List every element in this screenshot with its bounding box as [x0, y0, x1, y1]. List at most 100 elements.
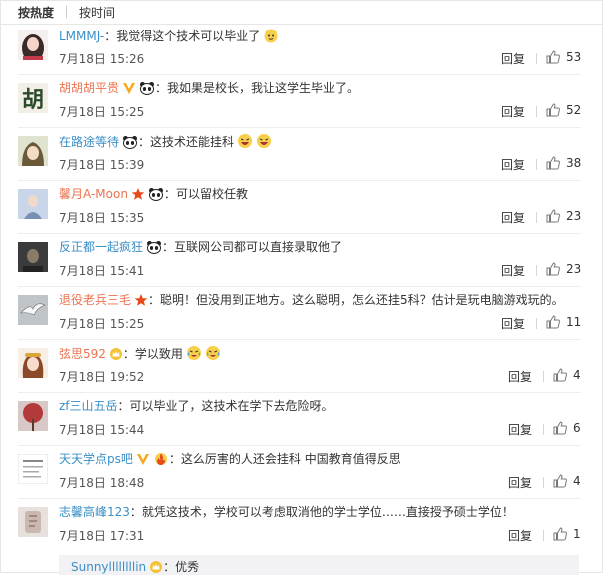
cry-laugh-emoji-icon: [186, 345, 202, 365]
avatar-girl-icon: [18, 348, 48, 378]
sub-reply-box: Sunnyllllllllin ：优秀: [59, 555, 579, 575]
avatar[interactable]: [18, 189, 48, 219]
comment-text: 可以留校任教: [175, 187, 248, 201]
comment-item: zf三山五岳：可以毕业了，这技术在学下去危险呀。 7月18日 15:44 回复 …: [0, 398, 603, 446]
avatar[interactable]: [18, 348, 48, 378]
thumbs-up-icon: [546, 103, 560, 117]
like-count: 38: [566, 156, 582, 170]
comment-text: 就凭这技术，学校可以考虑取消他的学士学位……直接授予硕士学位！: [141, 505, 514, 519]
like-button[interactable]: 6: [552, 420, 581, 436]
reply-button[interactable]: 回复: [501, 316, 525, 332]
comment-separator: ：: [138, 135, 151, 149]
panda-badge-icon: [139, 81, 155, 99]
like-button[interactable]: 11: [545, 314, 581, 330]
comment-item: 志馨高峰123：就凭这技术，学校可以考虑取消他的学士学位……直接授予硕士学位！ …: [0, 504, 603, 552]
comment-separator: ：: [129, 505, 142, 519]
comment-username[interactable]: 在路途等待: [59, 135, 119, 149]
comment-item: 退役老兵三毛 ：聪明！但没用到正地方。这么聪明，怎么还挂5科？估计是玩电脑游戏玩的…: [0, 292, 603, 340]
sort-tabs: 按热度 按时间: [18, 3, 115, 21]
avatar[interactable]: [18, 136, 48, 166]
laugh-emoji-icon: [237, 133, 253, 153]
reply-button[interactable]: 回复: [501, 210, 525, 226]
like-button[interactable]: 23: [545, 208, 581, 224]
comment-username[interactable]: 退役老兵三毛: [59, 293, 131, 307]
avatar[interactable]: [18, 295, 48, 325]
avatar[interactable]: [18, 242, 48, 272]
star-badge-icon: [134, 293, 148, 311]
like-button[interactable]: 52: [545, 102, 581, 118]
comment-text: 这技术还能挂科: [150, 135, 235, 149]
comment-separator: ：: [168, 452, 181, 466]
tab-by-hot[interactable]: 按热度: [18, 4, 54, 21]
comment-time: 7月18日 15:41: [59, 264, 145, 278]
avatar[interactable]: [18, 507, 48, 537]
fire-badge-icon: [153, 452, 169, 470]
like-button[interactable]: 4: [552, 473, 581, 489]
panda-badge-icon: [122, 135, 138, 153]
reply-button[interactable]: 回复: [501, 104, 525, 120]
comment-time: 7月18日 15:35: [59, 211, 145, 225]
like-button[interactable]: 23: [545, 261, 581, 277]
comment-time: 7月18日 15:39: [59, 158, 145, 172]
comment-item: 胡 胡胡胡平贵 ：我如果是校长，我让这学生毕业了。 7月18日 15:25 回复 …: [0, 80, 603, 128]
like-count: 1: [573, 527, 581, 541]
comment-username[interactable]: 馨月A-Moon: [59, 187, 128, 201]
avatar[interactable]: [18, 454, 48, 484]
action-divider: [543, 424, 544, 435]
comment-divider: [18, 339, 581, 340]
thumbs-up-icon: [546, 262, 560, 276]
comment-separator: ：: [122, 347, 135, 361]
like-button[interactable]: 38: [545, 155, 581, 171]
comment-item: 馨月A-Moon ：可以留校任教 7月18日 15:35 回复 23: [0, 186, 603, 234]
comment-separator: ：: [104, 29, 117, 43]
comment-username[interactable]: 胡胡胡平贵: [59, 81, 119, 95]
like-count: 23: [566, 209, 582, 223]
like-count: 4: [573, 368, 581, 382]
thumbs-up-icon: [553, 368, 567, 382]
crown-badge-icon: [149, 560, 163, 578]
reply-button[interactable]: 回复: [508, 369, 532, 385]
reply-button[interactable]: 回复: [508, 528, 532, 544]
comment-separator: ：: [155, 81, 168, 95]
avatar[interactable]: [18, 30, 48, 60]
sub-reply-username[interactable]: Sunnyllllllllin: [71, 560, 146, 574]
comment-username[interactable]: 弦思592: [59, 347, 106, 361]
comment-separator: ：: [148, 293, 161, 307]
sub-reply-text: 优秀: [175, 560, 200, 574]
comment-time: 7月18日 15:26: [59, 52, 145, 66]
comment-item: LMMMJ-：我觉得这个技术可以毕业了 7月18日 15:26 回复 53: [0, 27, 603, 75]
sub-reply-separator: ：: [163, 560, 176, 574]
reply-button[interactable]: 回复: [501, 51, 525, 67]
like-button[interactable]: 4: [552, 367, 581, 383]
like-count: 6: [573, 421, 581, 435]
panda-badge-icon: [146, 240, 162, 258]
comment-time: 7月18日 15:25: [59, 317, 145, 331]
comment-text: 学以致用: [134, 347, 183, 361]
comment-username[interactable]: 志馨高峰123: [59, 505, 130, 519]
comment-divider: [18, 233, 581, 234]
vip-v-badge-icon: [122, 81, 136, 99]
comment-username[interactable]: 反正都一起疯狂: [59, 240, 143, 254]
like-button[interactable]: 1: [552, 526, 581, 542]
comment-username[interactable]: zf三山五岳: [59, 399, 118, 413]
reply-button[interactable]: 回复: [508, 475, 532, 491]
comment-time: 7月18日 18:48: [59, 476, 145, 490]
reply-button[interactable]: 回复: [501, 157, 525, 173]
reply-button[interactable]: 回复: [508, 422, 532, 438]
reply-button[interactable]: 回复: [501, 263, 525, 279]
comment-divider: [18, 392, 581, 393]
star-badge-icon: [131, 187, 145, 205]
comment-divider: [18, 127, 581, 128]
like-button[interactable]: 53: [545, 49, 581, 65]
action-divider: [543, 371, 544, 382]
tab-by-time[interactable]: 按时间: [79, 4, 115, 21]
avatar-dark-icon: [18, 242, 48, 272]
comment-username[interactable]: 天天学点ps吧: [59, 452, 133, 466]
avatar[interactable]: [18, 401, 48, 431]
avatar[interactable]: 胡: [18, 83, 48, 113]
comment-username[interactable]: LMMMJ-: [59, 29, 104, 43]
comment-item: 在路途等待 ：这技术还能挂科 7月18日 15:39 回复 38: [0, 133, 603, 181]
comment-time: 7月18日 15:25: [59, 105, 145, 119]
action-divider: [536, 212, 537, 223]
comment-divider: [18, 286, 581, 287]
